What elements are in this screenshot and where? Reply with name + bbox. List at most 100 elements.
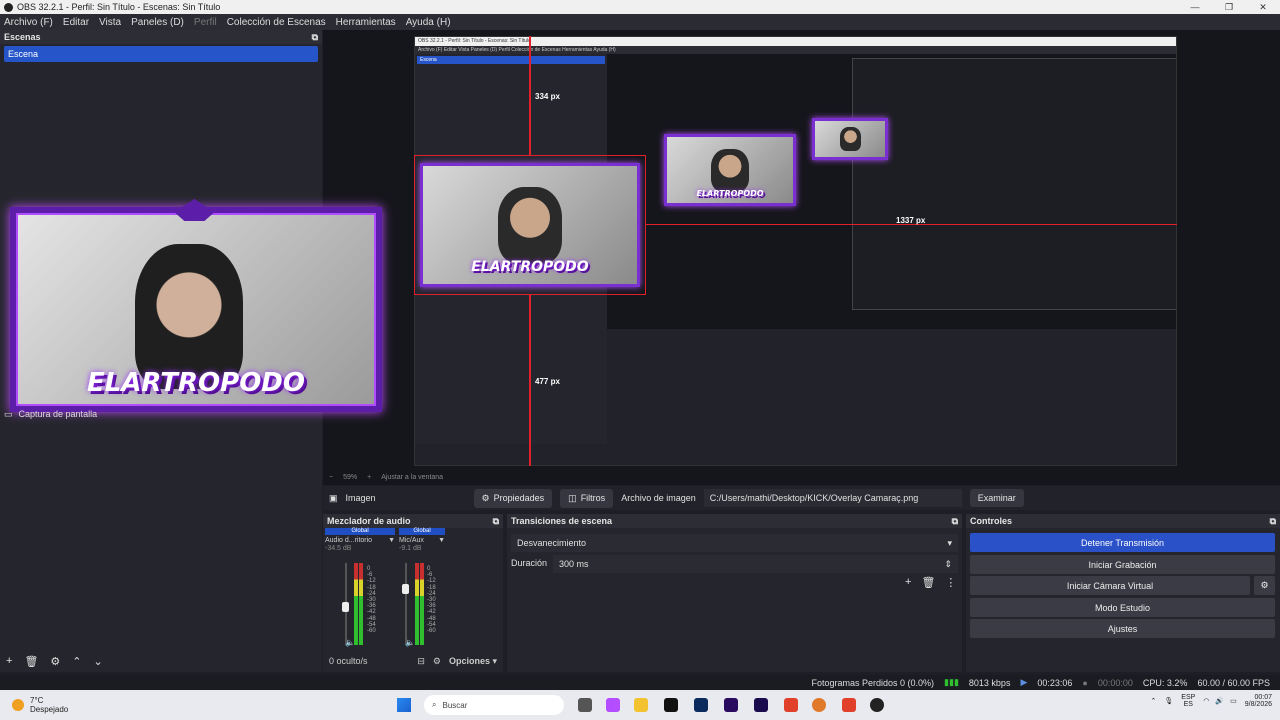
menu-perfil[interactable]: Perfil	[194, 17, 217, 28]
clock[interactable]: 00:07 9/8/2026	[1245, 694, 1272, 708]
file-explorer-icon[interactable]	[634, 698, 648, 712]
language-indicator[interactable]: ESP ES	[1181, 694, 1195, 708]
menu-editar[interactable]: Editar	[63, 17, 89, 28]
webcam-overlay[interactable]: ELARTROPODO	[10, 199, 382, 412]
start-virtual-camera-button[interactable]: Iniciar Cámara Virtual	[970, 576, 1250, 595]
dropped-frames: Fotogramas Perdidos 0 (0.0%)	[811, 677, 935, 688]
volume-icon[interactable]: 🔊	[1215, 697, 1224, 705]
stop-stream-button[interactable]: Detener Transmisión	[970, 533, 1275, 552]
channel-db: -9.1 dB	[399, 545, 422, 552]
gear-icon[interactable]: ⚙	[50, 655, 60, 668]
weather-desc: Despejado	[30, 705, 69, 714]
volume-slider-mic[interactable]	[405, 563, 407, 645]
signal-icon: ▮▮▮	[944, 677, 959, 687]
windows-start-icon[interactable]	[397, 698, 411, 712]
chevron-down-icon[interactable]: ⌄	[94, 655, 103, 668]
source-name: Imagen	[345, 493, 376, 503]
gear-icon: ⚙	[1260, 580, 1269, 590]
add-icon[interactable]: +	[6, 655, 12, 668]
nested-bottom-docks	[607, 329, 1176, 465]
copilot-icon[interactable]	[606, 698, 620, 712]
trash-icon[interactable]: 🗑	[921, 576, 935, 589]
more-icon[interactable]: ⋮	[945, 576, 956, 589]
zoom-in-button[interactable]: +	[367, 474, 371, 481]
virtual-camera-settings-button[interactable]: ⚙	[1254, 576, 1275, 595]
webcam-face	[497, 187, 563, 264]
premiere-icon[interactable]	[724, 698, 738, 712]
mixer-header: Mezclador de audio ⧉	[323, 514, 503, 528]
undock-icon[interactable]: ⧉	[493, 516, 499, 527]
volume-knob[interactable]	[342, 602, 349, 612]
after-effects-icon[interactable]	[754, 698, 768, 712]
fit-window-button[interactable]: Ajustar a la ventana	[381, 474, 443, 481]
mic-icon[interactable]: 🎙	[1164, 697, 1173, 705]
scene-item-escena[interactable]: Escena	[4, 46, 318, 62]
close-icon[interactable]: ✕	[1246, 0, 1280, 14]
brave-beta-icon[interactable]	[842, 698, 856, 712]
weather-text: 7°C Despejado	[30, 696, 68, 714]
duration-field[interactable]: 300 ms ⇕	[553, 555, 958, 573]
mixer-options-button[interactable]: ⊟ ⚙ Opciones ▾	[417, 656, 497, 667]
menu-coleccion[interactable]: Colección de Escenas	[227, 17, 326, 28]
wifi-icon[interactable]: ◠	[1203, 697, 1209, 705]
undock-icon[interactable]: ⧉	[952, 516, 958, 527]
controls-header: Controles ⧉	[966, 514, 1280, 528]
app-icon[interactable]	[812, 698, 826, 712]
tick: -18	[427, 584, 436, 591]
photoshop-icon[interactable]	[694, 698, 708, 712]
properties-button[interactable]: ⚙ Propiedades	[473, 488, 553, 508]
menu-ayuda[interactable]: Ayuda (H)	[406, 17, 451, 28]
menu-paneles[interactable]: Paneles (D)	[131, 17, 184, 28]
file-path-field[interactable]: C:/Users/mathi/Desktop/KICK/Overlay Cama…	[703, 489, 962, 507]
task-view-icon[interactable]	[578, 698, 592, 712]
chevron-down-icon[interactable]: ▼	[388, 537, 395, 544]
taskbar-search[interactable]: ⌕ Buscar	[424, 695, 564, 715]
chevron-down-icon[interactable]: ▼	[438, 537, 445, 544]
record-time: 00:00:00	[1097, 677, 1133, 688]
level-meter	[359, 563, 363, 645]
obs-taskbar-icon[interactable]	[870, 698, 884, 712]
undock-icon[interactable]: ⧉	[312, 32, 318, 43]
channel-badge: Global	[325, 528, 395, 535]
browse-button[interactable]: Examinar	[969, 489, 1024, 507]
trash-icon[interactable]: 🗑	[24, 655, 38, 668]
notion-icon[interactable]	[664, 698, 678, 712]
filters-button[interactable]: ◫ Filtros	[560, 488, 614, 508]
level-meter	[415, 563, 419, 645]
zoom-out-button[interactable]: −	[329, 474, 333, 481]
options-label: Opciones	[448, 655, 490, 666]
undock-icon[interactable]: ⧉	[1270, 516, 1276, 527]
mixer-channel-mic: Global Mic/Aux ▼ -9.1 dB	[399, 528, 445, 552]
minimize-icon[interactable]: —	[1178, 0, 1212, 14]
menu-vista[interactable]: Vista	[99, 17, 121, 28]
channel-badge: Global	[399, 528, 445, 535]
speaker-icon[interactable]: 🔈	[405, 638, 415, 647]
volume-knob[interactable]	[402, 584, 409, 594]
weather-widget[interactable]: 7°C Despejado	[12, 696, 68, 714]
windows-taskbar: 7°C Despejado ⌕ Buscar ⌃ 🎙 ESP ES ◠ 🔊 ▭ 00…	[0, 690, 1280, 720]
menu-archivo[interactable]: Archivo (F)	[4, 17, 53, 28]
source-item-screen-capture[interactable]: ▭ Captura de pantalla	[4, 407, 314, 421]
chevron-up-icon[interactable]: ⌃	[1151, 697, 1157, 705]
battery-icon[interactable]: ▭	[1230, 697, 1237, 705]
overlay-brand-text: ELARTROPODO	[86, 368, 305, 399]
chevron-up-icon[interactable]: ⌃	[72, 655, 81, 668]
brave-icon[interactable]	[784, 698, 798, 712]
speaker-icon[interactable]: 🔈	[345, 638, 355, 647]
spinner-icon[interactable]: ⇕	[944, 559, 952, 570]
add-icon[interactable]: +	[905, 576, 911, 589]
duration-label: Duración	[511, 558, 548, 568]
scenes-toolbar: + 🗑 ⚙ ⌃ ⌄	[6, 655, 103, 668]
window-titlebar: OBS 32.2.1 - Perfil: Sin Título - Escena…	[0, 0, 1280, 14]
nested-webcam-overlay[interactable]: ELARTROPODO	[420, 163, 640, 287]
tick: -60	[427, 628, 436, 635]
maximize-icon[interactable]: ❐	[1212, 0, 1246, 14]
start-recording-button[interactable]: Iniciar Grabación	[970, 555, 1275, 574]
menu-herramientas[interactable]: Herramientas	[336, 17, 396, 28]
transition-select[interactable]: Desvanecimiento ▾	[511, 534, 958, 552]
settings-button[interactable]: Ajustes	[970, 619, 1275, 638]
measure-bottom: 477 px	[535, 377, 560, 386]
studio-mode-button[interactable]: Modo Estudio	[970, 598, 1275, 617]
window-controls: — ❐ ✕	[1178, 0, 1280, 14]
channel-name-row: Audio d...ritorio ▼	[325, 537, 395, 544]
